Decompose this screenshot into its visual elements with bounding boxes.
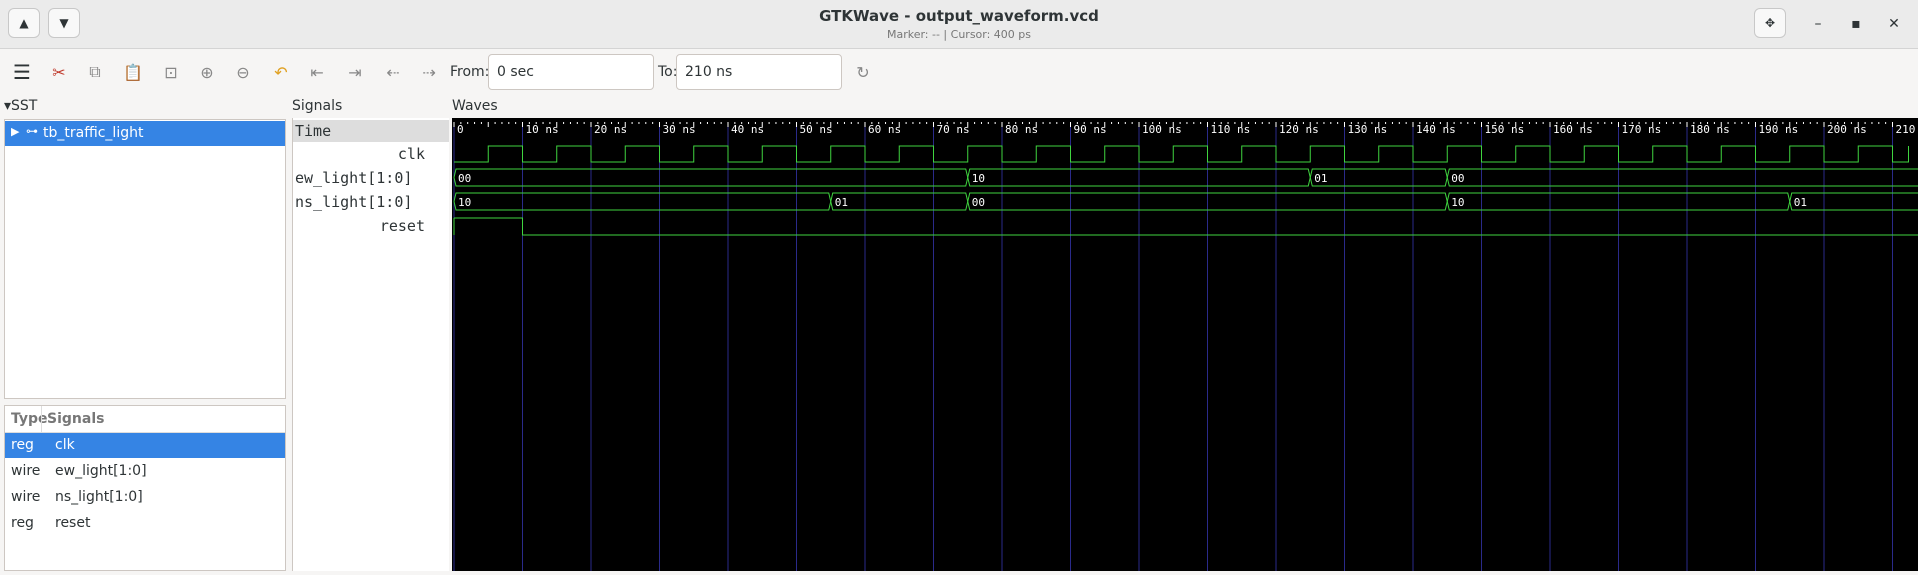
list-item-name: reset xyxy=(55,515,90,531)
time-tick-label: 100 ns xyxy=(1142,123,1182,136)
hierarchy-icon: ⊶ xyxy=(26,124,38,138)
list-item[interactable]: reg reset xyxy=(5,511,285,536)
zoom-start-icon[interactable]: ⇤ xyxy=(304,59,330,85)
time-tick-label: 90 ns xyxy=(1074,123,1107,136)
waves-panel[interactable]: 0 10 ns 20 ns 30 ns 40 ns 50 ns 60 ns 70 ns 80 n… xyxy=(452,118,1918,571)
undo-icon[interactable]: ↶ xyxy=(268,59,294,85)
time-tick-label: 40 ns xyxy=(731,123,764,136)
menu-icon[interactable]: ☰ xyxy=(9,59,35,85)
ew-light-segment xyxy=(454,169,968,186)
tree-item-tb-traffic-light[interactable]: ▶ ⊶ tb_traffic_light xyxy=(5,121,285,146)
ns-light-segment xyxy=(831,193,968,210)
time-tick-label: 170 ns xyxy=(1622,123,1662,136)
title-bar: ▲ ▼ GTKWave - output_waveform.vcd Marker… xyxy=(0,0,1918,49)
time-tick-label: 80 ns xyxy=(1005,123,1038,136)
signal-row-ew-light[interactable]: ew_light[1:0] xyxy=(293,167,449,191)
window-subtitle: Marker: -- | Cursor: 400 ps xyxy=(0,28,1918,41)
time-tick-label: 140 ns xyxy=(1416,123,1456,136)
time-tick-label: 150 ns xyxy=(1485,123,1525,136)
time-tick-label: 70 ns xyxy=(937,123,970,136)
waveform-canvas[interactable]: 0 10 ns 20 ns 30 ns 40 ns 50 ns 60 ns 70 ns 80 n… xyxy=(452,118,1918,571)
signal-row-ns-light[interactable]: ns_light[1:0] xyxy=(293,191,449,215)
list-item-type: reg xyxy=(11,437,34,453)
next-edge-icon[interactable]: ⇢ xyxy=(416,59,442,85)
ns-light-value-label: 10 xyxy=(1451,196,1464,209)
from-input[interactable]: 0 sec xyxy=(488,54,654,90)
signals-column-header[interactable]: Signals xyxy=(47,411,104,427)
ns-light-segment xyxy=(454,193,831,210)
list-item[interactable]: wire ew_light[1:0] xyxy=(5,459,285,484)
cut-icon[interactable]: ✂ xyxy=(46,59,72,85)
ew-light-segment xyxy=(1310,169,1447,186)
signal-row-reset[interactable]: reset xyxy=(293,215,449,239)
list-item-type: wire xyxy=(11,463,40,479)
toolbar: ☰ ✂ ⧉ 📋 ⊡ ⊕ ⊖ ↶ ⇤ ⇥ ⇠ ⇢ ↻ xyxy=(0,49,1918,95)
signals-header: Signals xyxy=(292,98,342,114)
sst-title: SST xyxy=(11,98,37,114)
list-item-name: ew_light[1:0] xyxy=(55,463,147,479)
paste-icon[interactable]: 📋 xyxy=(120,59,146,85)
close-icon[interactable]: ✕ xyxy=(1880,10,1908,38)
reset-trace xyxy=(454,218,1918,235)
zoom-end-icon[interactable]: ⇥ xyxy=(342,59,368,85)
expand-arrow-icon[interactable]: ▾ xyxy=(4,98,11,114)
prev-edge-icon[interactable]: ⇠ xyxy=(380,59,406,85)
to-input[interactable]: 210 ns xyxy=(676,54,842,90)
time-tick-label: 190 ns xyxy=(1759,123,1799,136)
reload-icon[interactable]: ↻ xyxy=(850,59,876,85)
ns-light-value-label: 00 xyxy=(972,196,985,209)
list-item-type: wire xyxy=(11,489,40,505)
time-row-label: Time xyxy=(293,120,449,142)
time-tick-label: 180 ns xyxy=(1690,123,1730,136)
time-tick-label: 0 xyxy=(457,123,464,136)
ew-light-segment xyxy=(1447,169,1918,186)
tree-item-label: tb_traffic_light xyxy=(43,125,143,141)
time-tick-label: 200 ns xyxy=(1827,123,1867,136)
time-tick-label: 160 ns xyxy=(1553,123,1593,136)
zoom-out-icon[interactable]: ⊖ xyxy=(230,59,256,85)
list-item-name: ns_light[1:0] xyxy=(55,489,143,505)
type-column-header[interactable]: Type xyxy=(11,411,48,427)
ew-light-value-label: 10 xyxy=(972,172,985,185)
maximize-icon[interactable]: ▪ xyxy=(1842,10,1870,38)
signal-row-clk[interactable]: clk xyxy=(293,143,449,167)
list-item[interactable]: reg clk xyxy=(5,433,285,458)
time-tick-label: 10 ns xyxy=(526,123,559,136)
ew-light-value-label: 00 xyxy=(1451,172,1464,185)
signal-type-list: Type Signals reg clk wire ew_light[1:0] … xyxy=(4,405,286,571)
signals-panel: Time clk ew_light[1:0] ns_light[1:0] res… xyxy=(292,118,449,571)
ew-light-value-label: 01 xyxy=(1314,172,1327,185)
ew-light-value-label: 00 xyxy=(458,172,471,185)
sst-header[interactable]: ▾SST xyxy=(4,98,37,114)
time-tick-label: 210 ns xyxy=(1896,123,1918,136)
time-tick-label: 110 ns xyxy=(1211,123,1251,136)
from-label: From: xyxy=(450,64,489,80)
time-tick-label: 30 ns xyxy=(663,123,696,136)
copy-icon[interactable]: ⧉ xyxy=(82,59,108,85)
list-header: Type Signals xyxy=(5,406,285,433)
move-icon[interactable]: ✥ xyxy=(1754,8,1786,38)
zoom-in-icon[interactable]: ⊕ xyxy=(194,59,220,85)
list-item[interactable]: wire ns_light[1:0] xyxy=(5,485,285,510)
minimize-icon[interactable]: – xyxy=(1804,10,1832,38)
zoom-fit-icon[interactable]: ⊡ xyxy=(158,59,184,85)
ns-light-segment xyxy=(1790,193,1918,210)
list-item-name: clk xyxy=(55,437,75,453)
time-tick-label: 50 ns xyxy=(800,123,833,136)
clk-trace xyxy=(454,146,1909,162)
ns-light-value-label: 01 xyxy=(1794,196,1807,209)
window-title: GTKWave - output_waveform.vcd xyxy=(0,7,1918,25)
sst-tree: ▶ ⊶ tb_traffic_light xyxy=(4,119,286,399)
to-label: To: xyxy=(658,64,677,80)
time-tick-label: 60 ns xyxy=(868,123,901,136)
list-item-type: reg xyxy=(11,515,34,531)
expander-icon[interactable]: ▶ xyxy=(11,125,19,138)
ns-light-value-label: 10 xyxy=(458,196,471,209)
waves-header: Waves xyxy=(452,98,498,114)
time-tick-label: 120 ns xyxy=(1279,123,1319,136)
time-tick-label: 130 ns xyxy=(1348,123,1388,136)
ns-light-value-label: 01 xyxy=(835,196,848,209)
time-tick-label: 20 ns xyxy=(594,123,627,136)
